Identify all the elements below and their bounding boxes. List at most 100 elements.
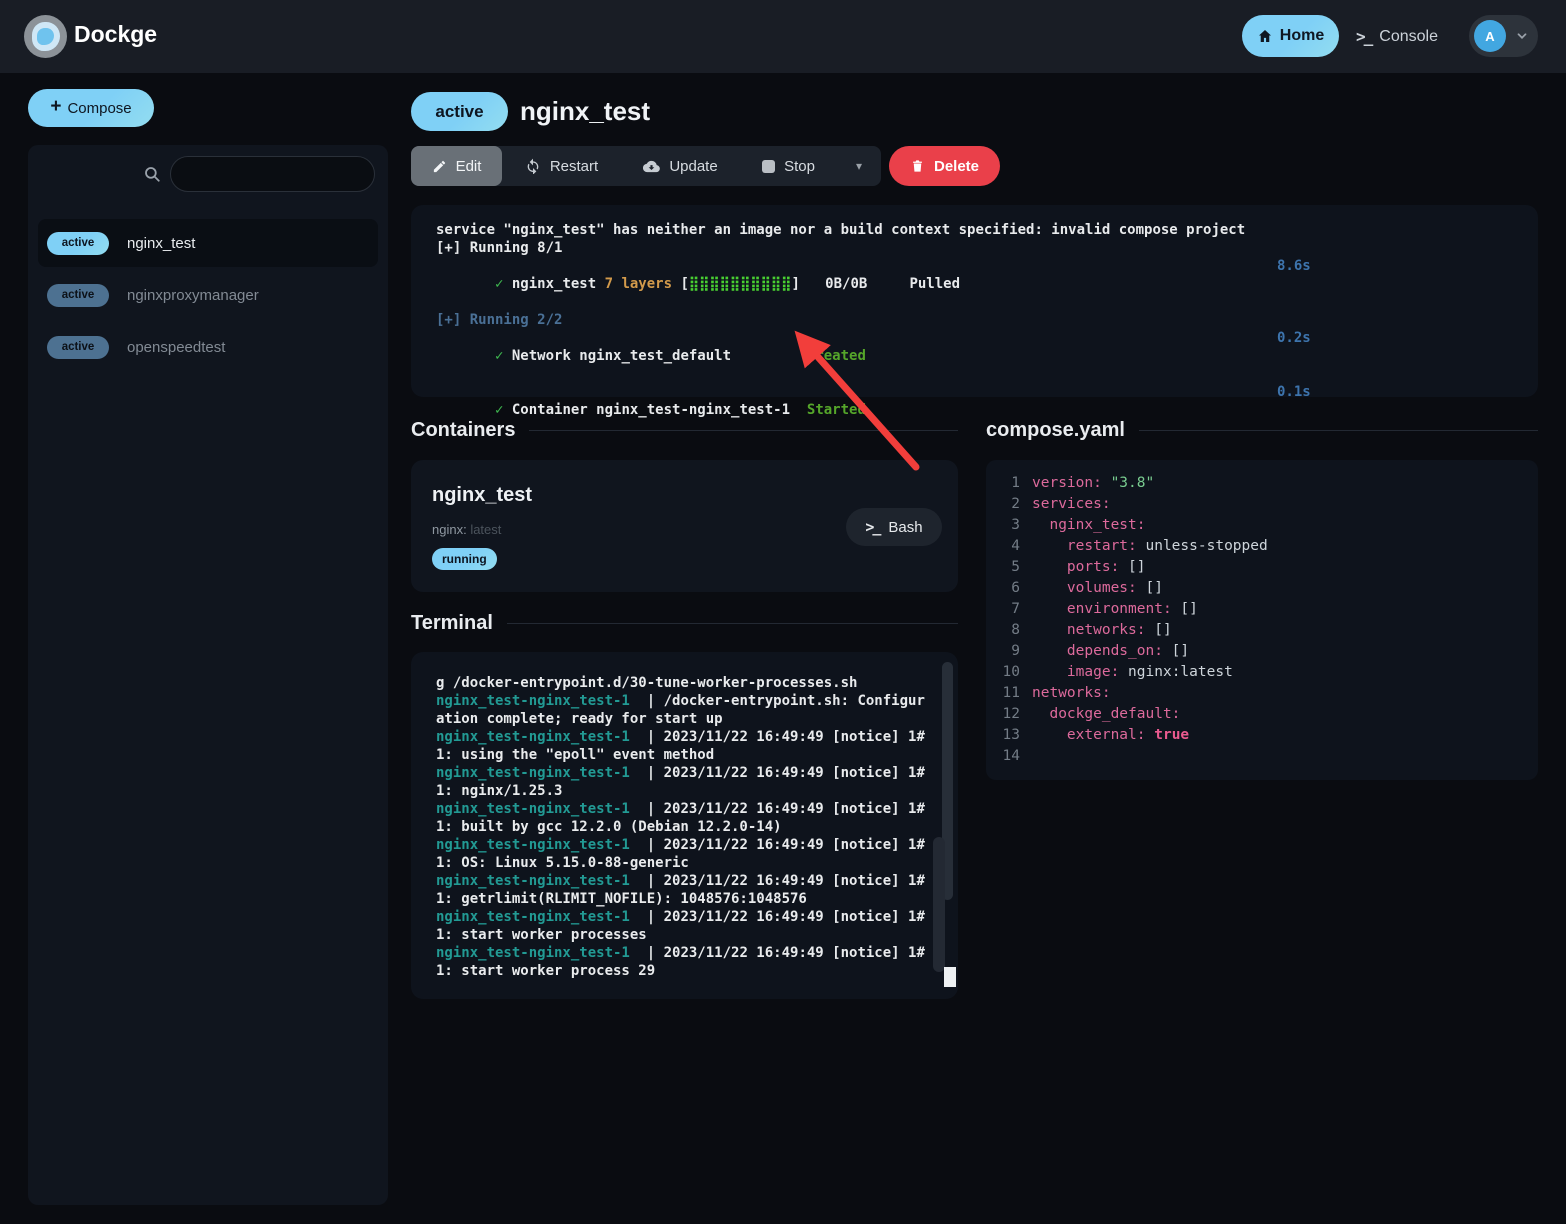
yaml-line: 2 services: — [986, 494, 1538, 515]
restart-icon — [525, 158, 541, 174]
containers-heading-row: Containers — [411, 415, 958, 445]
yaml-line: 9 depends_on: [] — [986, 641, 1538, 662]
container-name: nginx_test-nginx_test-1 — [436, 693, 630, 709]
yaml-editor[interactable]: 1version: "3.8" 2services: 3 nginx_test:… — [986, 460, 1538, 780]
console-button[interactable]: >_ Console — [1356, 0, 1438, 73]
yaml-line: 11networks: — [986, 683, 1538, 704]
sidebar-item-nginx_test[interactable]: active nginx_test — [38, 219, 378, 267]
yaml-key: external: — [1032, 725, 1146, 746]
line-number: 2 — [986, 494, 1020, 515]
log-status: Created — [807, 348, 866, 364]
yaml-key: volumes: — [1032, 578, 1137, 599]
yaml-line: 13 external: true — [986, 725, 1538, 746]
home-label: Home — [1280, 27, 1324, 45]
line-number: 8 — [986, 620, 1020, 641]
log-line: ✓ nginx_test 7 layers [⣿⣿⣿⣿⣿⣿⣿⣿⣿⣿] 0B/0B… — [436, 257, 1538, 311]
terminal-scrollbar-thumb[interactable] — [933, 837, 945, 972]
home-button[interactable]: Home — [1242, 15, 1339, 57]
terminal-line: 1: nginx/1.25.3 — [436, 782, 958, 800]
compose-heading: compose.yaml — [986, 419, 1125, 442]
container-name: nginx_test-nginx_test-1 — [436, 873, 630, 889]
terminal-line: nginx_test-nginx_test-1 | 2023/11/22 16:… — [436, 944, 958, 962]
yaml-string: "3.8" — [1111, 473, 1155, 494]
terminal-text: | 2023/11/22 16:49:49 [notice] 1# — [630, 801, 925, 817]
heading-divider — [1139, 430, 1538, 431]
navbar: Dockge Home >_ Console A — [0, 0, 1566, 73]
line-number: 9 — [986, 641, 1020, 662]
restart-button[interactable]: Restart — [502, 146, 621, 186]
terminal-icon: >_ — [1356, 27, 1371, 46]
left-column: Containers nginx_test nginx: latest runn… — [411, 415, 958, 999]
yaml-key: services: — [1032, 494, 1111, 515]
search-input[interactable] — [170, 156, 375, 192]
terminal-line: 1: using the "epoll" event method — [436, 746, 958, 764]
terminal-text: 1: getrlimit(RLIMIT_NOFILE): 1048576:104… — [436, 891, 807, 907]
terminal-text: | /docker-entrypoint.sh: Configur — [630, 693, 925, 709]
user-menu[interactable]: A — [1469, 15, 1538, 57]
plus-icon: + — [50, 96, 61, 118]
stop-label: Stop — [784, 158, 815, 175]
sidebar-item-nginxproxymanager[interactable]: active nginxproxymanager — [38, 271, 378, 319]
update-button[interactable]: Update — [621, 146, 740, 186]
log-text: [ — [680, 276, 688, 292]
line-number: 3 — [986, 515, 1020, 536]
terminal-text: 1: using the "epoll" event method — [436, 747, 714, 763]
right-column: compose.yaml 1version: "3.8" 2services: … — [986, 415, 1538, 780]
sidebar-item-openspeedtest[interactable]: active openspeedtest — [38, 323, 378, 371]
stack-name: nginx_test — [127, 235, 195, 252]
home-icon — [1257, 28, 1273, 44]
more-actions-dropdown[interactable]: ▾ — [837, 146, 881, 186]
terminal-line: nginx_test-nginx_test-1 | 2023/11/22 16:… — [436, 764, 958, 782]
log-line: service "nginx_test" has neither an imag… — [436, 221, 1538, 239]
container-title: nginx_test — [432, 484, 532, 507]
terminal-line: 1: start worker processes — [436, 926, 958, 944]
yaml-value: [] — [1146, 620, 1172, 641]
delete-button[interactable]: Delete — [889, 146, 1000, 186]
compose-label: Compose — [67, 100, 131, 117]
yaml-line: 8 networks: [] — [986, 620, 1538, 641]
bash-button[interactable]: >_ Bash — [846, 508, 942, 546]
yaml-value: nginx:latest — [1119, 662, 1233, 683]
terminal-output[interactable]: g /docker-entrypoint.d/30-tune-worker-pr… — [411, 652, 958, 999]
dockge-app: Dockge Home >_ Console A + Compose activ… — [0, 0, 1566, 1224]
terminal-line: 1: OS: Linux 5.15.0-88-generic — [436, 854, 958, 872]
terminal-text: | 2023/11/22 16:49:49 [notice] 1# — [630, 729, 925, 745]
line-number: 10 — [986, 662, 1020, 683]
compose-button[interactable]: + Compose — [28, 89, 154, 127]
bash-label: Bash — [888, 519, 922, 536]
container-name: nginx_test-nginx_test-1 — [436, 801, 630, 817]
heading-divider — [507, 623, 958, 624]
line-number: 4 — [986, 536, 1020, 557]
container-name: nginx_test-nginx_test-1 — [436, 909, 630, 925]
image-name: nginx: — [432, 522, 467, 537]
log-duration: 8.6s — [1277, 257, 1311, 275]
container-name: nginx_test-nginx_test-1 — [436, 945, 630, 961]
yaml-line: 5 ports: [] — [986, 557, 1538, 578]
edit-button[interactable]: Edit — [411, 146, 502, 186]
heading-divider — [529, 430, 958, 431]
cloud-download-icon — [643, 158, 660, 175]
terminal-line: ation complete; ready for start up — [436, 710, 958, 728]
terminal-text: 1: start worker processes — [436, 927, 647, 943]
log-text: [+] Running 2/2 — [436, 312, 562, 328]
yaml-line: 4 restart: unless-stopped — [986, 536, 1538, 557]
terminal-line: nginx_test-nginx_test-1 | 2023/11/22 16:… — [436, 836, 958, 854]
terminal-heading-row: Terminal — [411, 608, 958, 638]
stop-button[interactable]: Stop — [740, 146, 837, 186]
line-number: 14 — [986, 746, 1020, 767]
container-name: nginx_test-nginx_test-1 — [436, 729, 630, 745]
yaml-key: networks: — [1032, 683, 1111, 704]
terminal-line: 1: getrlimit(RLIMIT_NOFILE): 1048576:104… — [436, 890, 958, 908]
pencil-icon — [432, 159, 447, 174]
sidebar: active nginx_test active nginxproxymanag… — [28, 145, 388, 1205]
terminal-line: g /docker-entrypoint.d/30-tune-worker-pr… — [436, 674, 958, 692]
update-label: Update — [669, 158, 717, 175]
caret-down-icon: ▾ — [856, 159, 862, 173]
restart-label: Restart — [550, 158, 598, 175]
line-number: 1 — [986, 473, 1020, 494]
action-button-group: Edit Restart Update Stop ▾ — [411, 146, 881, 186]
yaml-line: 14 — [986, 746, 1538, 767]
container-image: nginx: latest — [432, 522, 501, 537]
progress-bar: ⣿⣿⣿⣿⣿⣿⣿⣿⣿⣿ — [689, 276, 792, 292]
terminal-text: 1: start worker process 29 — [436, 963, 655, 979]
